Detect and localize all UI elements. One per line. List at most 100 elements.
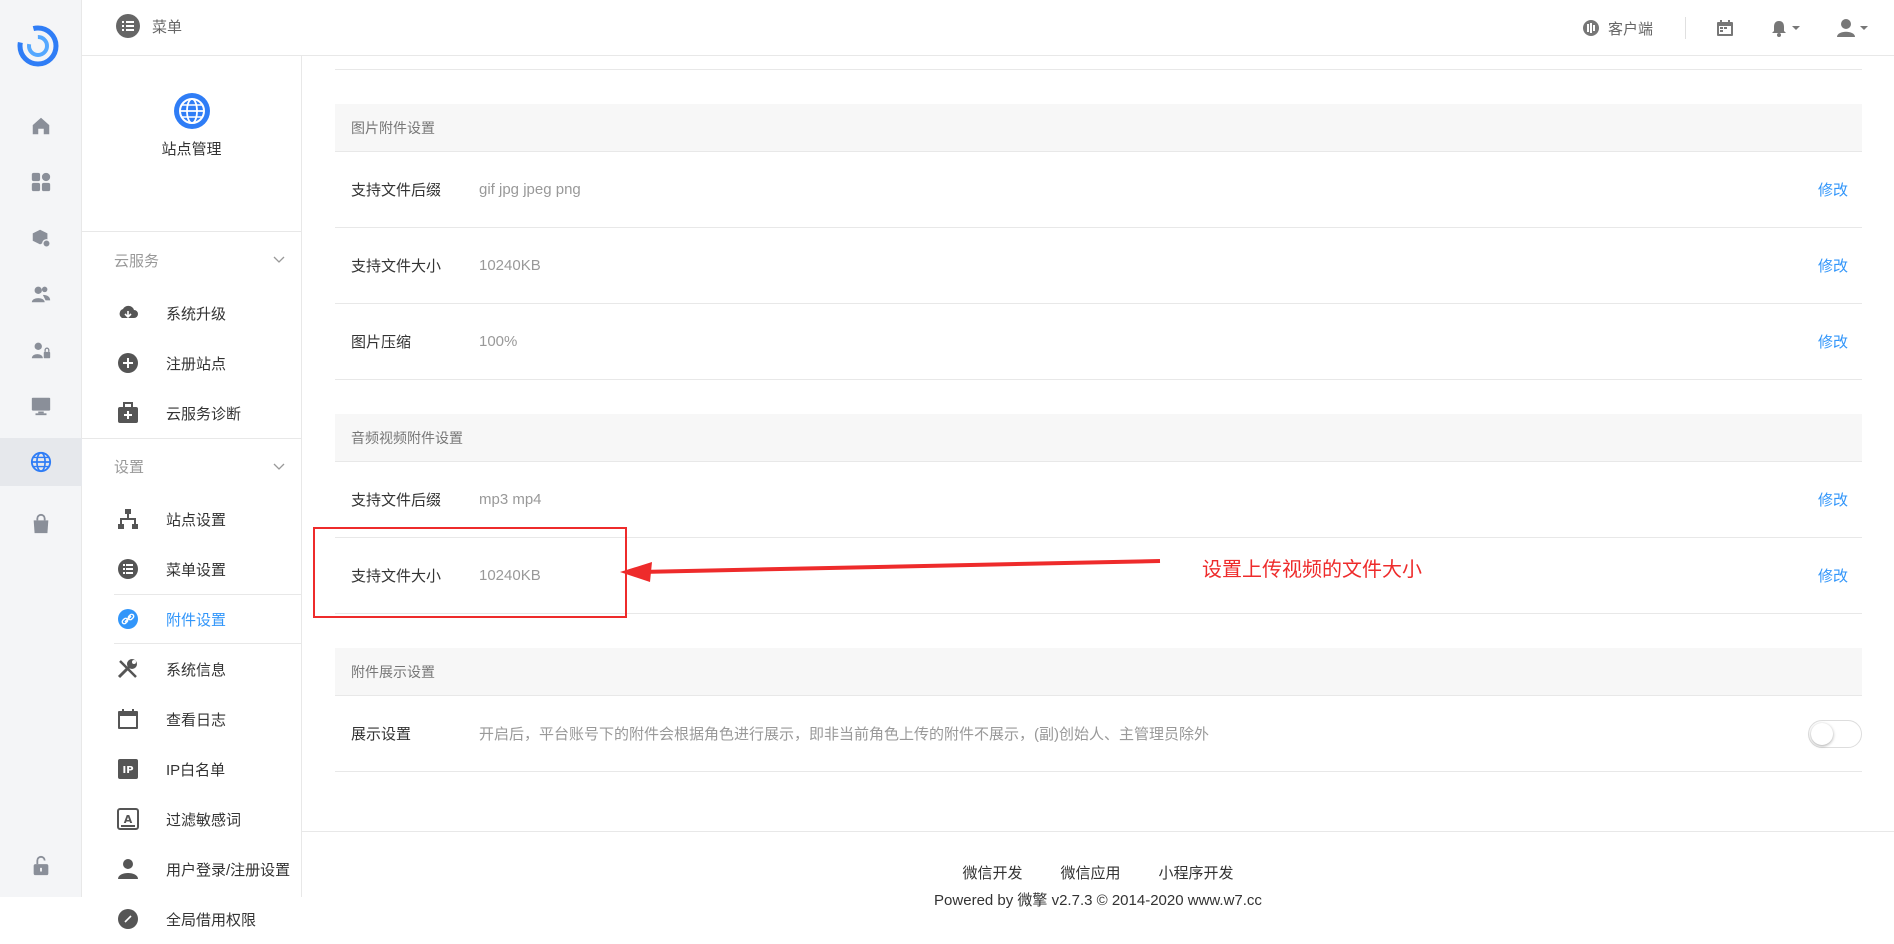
caret-down-icon [1792, 26, 1800, 30]
caret-down-icon [1860, 26, 1868, 30]
user-icon [1837, 19, 1855, 37]
footer-link-wechat-apps[interactable]: 微信应用 [1060, 862, 1120, 883]
edit-link[interactable]: 修改 [1818, 331, 1848, 352]
toggle-knob [1811, 723, 1833, 745]
annotation-highlight-box [313, 527, 627, 618]
sitemap-icon [116, 507, 140, 531]
footer-link-miniprogram-dev[interactable]: 小程序开发 [1159, 862, 1234, 883]
user-menu-button[interactable] [1836, 18, 1868, 38]
client-label: 客户端 [1607, 20, 1653, 38]
chevron-down-icon [273, 463, 285, 470]
user-lock-icon[interactable] [0, 326, 82, 374]
users-icon[interactable] [0, 270, 82, 318]
site-title: 站点管理 [161, 141, 222, 158]
sidebar-item-label: 菜单设置 [166, 561, 227, 579]
cloud-download-icon [116, 301, 140, 325]
apps-icon[interactable] [0, 158, 82, 206]
monitor-icon[interactable] [0, 382, 82, 430]
row-label: 支持文件后缀 [351, 492, 442, 509]
notifications-button[interactable] [1770, 19, 1800, 37]
plus-circle-icon [116, 351, 140, 375]
user-icon [116, 857, 140, 881]
sidebar-item-label: 用户登录/注册设置 [166, 861, 291, 879]
row-label: 图片压缩 [351, 334, 412, 351]
group-cloud[interactable]: 云服务 [82, 232, 301, 288]
menu-toggle-button[interactable]: 菜单 [116, 14, 182, 38]
sidebar-item-label: IP白名单 [166, 761, 226, 779]
sidebar-item-register-site[interactable]: 注册站点 [82, 338, 301, 388]
sidebar-item-cloud-diagnosis[interactable]: 云服务诊断 [82, 388, 301, 438]
medkit-icon [116, 401, 140, 425]
chevron-down-icon [273, 256, 285, 263]
sidebar-item-label: 过滤敏感词 [166, 811, 242, 829]
client-icon [1582, 20, 1599, 36]
row-label: 支持文件后缀 [351, 182, 442, 199]
sidebar-item-label: 附件设置 [166, 611, 227, 629]
sidebar-item-label: 系统信息 [166, 661, 227, 679]
sidebar-item-ip-whitelist[interactable]: IP IP白名单 [82, 744, 301, 794]
top-right-tools: 客户端 [1582, 0, 1894, 56]
top-bar: 菜单 客户端 [82, 0, 1894, 56]
modules-icon[interactable] [0, 214, 82, 262]
home-icon[interactable] [0, 102, 82, 150]
sidebar-item-label: 系统升级 [166, 305, 227, 323]
calendar-button[interactable] [1716, 19, 1734, 37]
section-title-media: 音频视频附件设置 [335, 414, 1862, 462]
footer-link-wechat-dev[interactable]: 微信开发 [962, 862, 1022, 883]
link-circle-icon [116, 907, 140, 931]
group-title: 设置 [114, 459, 145, 476]
sidebar-item-label: 查看日志 [166, 711, 227, 729]
annotation-text: 设置上传视频的文件大小 [1202, 559, 1422, 581]
copyright: Powered by 微擎 v2.7.3 © 2014-2020 www.w7.… [934, 892, 1262, 909]
sidebar-item-menu-settings[interactable]: 菜单设置 [82, 544, 301, 594]
bag-icon[interactable] [0, 500, 82, 548]
sidebar-item-site-settings[interactable]: 站点设置 [82, 494, 301, 544]
table-row: 支持文件大小 10240KB 修改 [335, 228, 1862, 304]
table-row: 图片压缩 100% 修改 [335, 304, 1862, 380]
sidebar-item-label: 站点设置 [166, 511, 227, 529]
bell-icon [1772, 21, 1786, 37]
group-title: 云服务 [114, 252, 160, 270]
svg-text:IP: IP [122, 765, 133, 776]
sidebar-item-attachment-settings[interactable]: 附件设置 [114, 594, 301, 644]
footer: 微信开发 微信应用 小程序开发 Powered by 微擎 v2.7.3 © 2… [302, 831, 1894, 910]
row-value: gif jpg jpeg png [479, 181, 581, 198]
edit-link[interactable]: 修改 [1818, 565, 1848, 586]
menu-label: 菜单 [152, 18, 183, 36]
row-value: 10240KB [479, 257, 541, 274]
edit-link[interactable]: 修改 [1818, 179, 1848, 200]
settings-sidebar: 站点管理 云服务 系统升级 注册站点 云服务诊断 设置 站点设置 菜单设置 附件… [82, 56, 302, 929]
edit-link[interactable]: 修改 [1818, 255, 1848, 276]
section-title-image: 图片附件设置 [335, 104, 1862, 152]
sidebar-item-label: 云服务诊断 [166, 405, 242, 423]
sidebar-item-system-upgrade[interactable]: 系统升级 [82, 288, 301, 338]
list-icon [116, 14, 140, 38]
sidebar-item-sensitive-words[interactable]: A 过滤敏感词 [82, 794, 301, 844]
row-label: 展示设置 [351, 726, 412, 743]
unlock-icon[interactable] [0, 842, 82, 890]
sidebar-item-system-info[interactable]: 系统信息 [82, 644, 301, 694]
link-icon [116, 607, 140, 631]
display-toggle[interactable] [1808, 720, 1862, 748]
calendar-icon [116, 707, 140, 731]
sidebar-item-login-register[interactable]: 用户登录/注册设置 [82, 844, 301, 894]
tools-icon [116, 657, 140, 681]
globe-icon [173, 93, 210, 129]
divider [1685, 17, 1686, 39]
sidebar-item-global-borrow[interactable]: 全局借用权限 [82, 894, 301, 944]
client-button[interactable]: 客户端 [1582, 18, 1685, 39]
table-row: 支持文件后缀 gif jpg jpeg png 修改 [335, 152, 1862, 228]
row-label: 支持文件大小 [351, 258, 442, 275]
sidebar-item-label: 注册站点 [166, 355, 227, 373]
group-settings[interactable]: 设置 [82, 438, 301, 494]
ip-icon: IP [116, 757, 140, 781]
divider [335, 56, 1862, 70]
site-header: 站点管理 [82, 92, 301, 232]
row-value: mp3 mp4 [479, 491, 542, 508]
globe-icon[interactable] [0, 438, 82, 486]
sidebar-item-view-logs[interactable]: 查看日志 [82, 694, 301, 744]
logo-icon[interactable] [14, 22, 62, 70]
table-row: 展示设置 开启后，平台账号下的附件会根据角色进行展示，即非当前角色上传的附件不展… [335, 696, 1862, 772]
edit-link[interactable]: 修改 [1818, 489, 1848, 510]
row-value: 100% [479, 333, 518, 350]
